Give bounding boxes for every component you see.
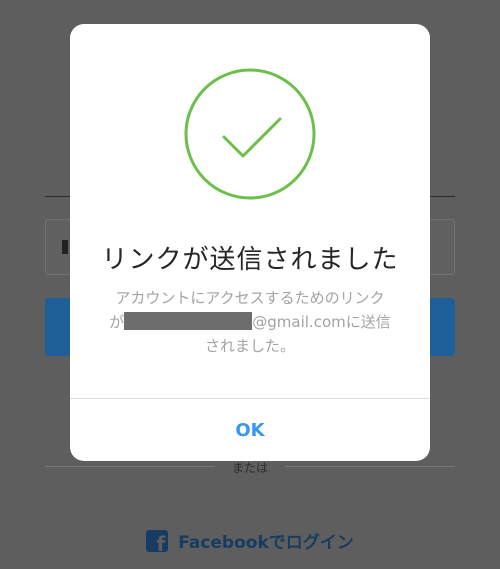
message-end: されました。 xyxy=(204,337,295,355)
facebook-login-label: Facebookでログイン xyxy=(178,533,354,553)
email-suffix: @gmail.comに送信 xyxy=(252,313,391,331)
message-prefix: が xyxy=(109,313,125,331)
or-label: または xyxy=(231,461,268,475)
message-line-1: アカウントにアクセスするためのリンク xyxy=(115,289,385,307)
ok-button[interactable]: OK xyxy=(70,399,430,461)
facebook-icon: f xyxy=(146,529,169,552)
check-circle-icon xyxy=(183,67,317,201)
link-sent-dialog: リンクが送信されました アカウントにアクセスするためのリンク が @gmail.c… xyxy=(70,24,430,461)
redacted-email xyxy=(124,312,253,330)
input-text-fragment xyxy=(62,240,68,254)
facebook-login-link[interactable]: f Facebookでログイン xyxy=(0,528,500,553)
dialog-message: アカウントにアクセスするためのリンク が @gmail.comに送信 されました。 xyxy=(88,286,412,358)
dialog-title: リンクが送信されました xyxy=(101,245,399,275)
